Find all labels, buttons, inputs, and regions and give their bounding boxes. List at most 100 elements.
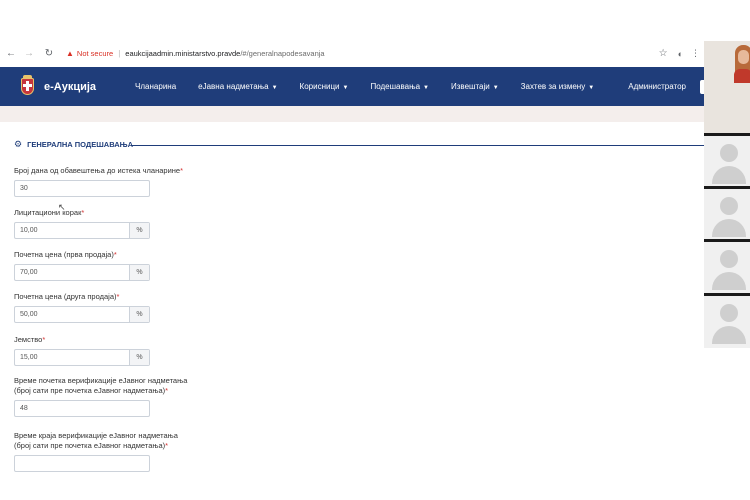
field-label: (број сати пре почетка еЈавног надметања… <box>14 441 178 451</box>
field-input-group <box>14 455 150 472</box>
coat-of-arms-logo[interactable] <box>19 74 36 99</box>
caret-down-icon: ▼ <box>271 85 278 91</box>
form-field: Јемство*% <box>14 335 150 366</box>
field-input-group <box>14 180 150 197</box>
mouse-cursor-icon: ↖ <box>58 202 66 212</box>
nav-item-label: Чланарина <box>135 82 177 91</box>
caret-down-icon: ▼ <box>342 85 349 91</box>
menu-icon[interactable]: ⋮ <box>691 48 700 59</box>
url-host: eaukcijaadmin.ministarstvo.pravde <box>125 49 241 58</box>
required-mark: * <box>113 250 117 259</box>
required-mark: * <box>180 166 184 175</box>
participant-shirt <box>734 69 750 83</box>
field-label-text: Почетна цена (прва продаја) <box>14 250 114 259</box>
nav-item-label: Извештаји <box>451 82 490 91</box>
warning-icon: ▲ <box>66 49 74 58</box>
user-menu[interactable]: Администратор <box>628 82 686 91</box>
nav-item[interactable]: Чланарина <box>135 82 176 91</box>
nav-item[interactable]: Корисници ▼ <box>300 82 349 91</box>
caret-down-icon: ▼ <box>423 85 429 91</box>
nav-item[interactable]: Подешавања ▼ <box>370 82 429 91</box>
required-mark: * <box>165 386 169 395</box>
field-input[interactable] <box>15 307 129 322</box>
field-input[interactable] <box>15 265 129 280</box>
field-input-group <box>14 400 150 417</box>
form-field: Број дана од обавештења до истека чланар… <box>14 166 183 197</box>
field-label-text: Лицитациони корак <box>14 208 82 217</box>
percent-addon: % <box>129 223 149 238</box>
required-mark: * <box>116 292 120 301</box>
caret-down-icon: ▼ <box>588 85 595 91</box>
logo-cross-bar <box>23 83 32 87</box>
user-avatar-icon <box>720 250 738 268</box>
form-field: Почетна цена (прва продаја)*% <box>14 250 150 281</box>
nav-item-label: Захтев за измену <box>520 82 586 91</box>
star-icon[interactable]: ☆ <box>659 48 668 59</box>
video-tile[interactable] <box>704 136 750 186</box>
required-mark: * <box>42 335 46 344</box>
nav-item[interactable]: еЈавна надметања ▼ <box>198 82 277 91</box>
field-label-text: Време почетка верификације еЈавног надме… <box>14 376 188 385</box>
brand-title[interactable]: е-Аукција <box>44 81 96 93</box>
section-header: ⚙ ГЕНЕРАЛНА ПОДЕШАВАЊА <box>14 139 133 150</box>
field-label: Јемство* <box>14 335 150 345</box>
field-label-text: Почетна цена (друга продаја) <box>14 292 117 301</box>
field-input-group: % <box>14 222 150 239</box>
video-tile-active[interactable] <box>704 41 750 133</box>
field-input-group: % <box>14 349 150 366</box>
field-label-text: Број дана од обавештења до истека чланар… <box>14 166 181 175</box>
field-label-text: Јемство <box>14 335 43 344</box>
required-mark: * <box>165 441 169 450</box>
user-avatar-body <box>712 272 746 290</box>
omnibox[interactable]: ▲ Not secure | eaukcijaadmin.ministarstv… <box>66 45 659 63</box>
user-avatar-body <box>712 326 746 344</box>
nav-item[interactable]: Извештаји ▼ <box>451 82 499 91</box>
field-input[interactable] <box>15 401 149 416</box>
video-call-panel <box>704 41 750 348</box>
user-avatar-icon <box>720 197 738 215</box>
caret-down-icon: ▼ <box>492 85 499 91</box>
video-tile[interactable] <box>704 296 750 348</box>
app-navbar: е-Аукција Чланарина еЈавна надметања ▼ Кори… <box>0 67 704 106</box>
security-label: Not secure <box>76 49 114 58</box>
extension-circle-icon[interactable]: ◐ <box>678 49 683 59</box>
user-avatar-body <box>712 166 746 184</box>
main-content: ⚙ ГЕНЕРАЛНА ПОДЕШАВАЊА Број дана од обав… <box>0 122 704 500</box>
form-field: Лицитациони корак*% <box>14 208 150 239</box>
video-tile[interactable] <box>704 189 750 239</box>
field-label: Лицитациони корак* <box>14 208 150 218</box>
video-tile[interactable] <box>704 242 750 293</box>
field-label: Почетна цена (прва продаја)* <box>14 250 150 260</box>
arrow-right-icon[interactable]: → <box>22 48 36 59</box>
field-input-group: % <box>14 306 150 323</box>
gear-icon: ⚙ <box>14 139 23 149</box>
nav-item-label: Подешавања <box>370 82 421 91</box>
nav-item-label: еЈавна надметања <box>198 82 269 91</box>
section-title: ГЕНЕРАЛНА ПОДЕШАВАЊА <box>27 140 134 149</box>
user-avatar-body <box>712 219 746 237</box>
form-field: Време почетка верификације еЈавног надме… <box>14 376 187 417</box>
form-field: Време краја верификације еЈавног надмета… <box>14 431 178 472</box>
nav-item[interactable]: Захтев за измену ▼ <box>521 82 594 91</box>
section-divider <box>131 145 704 146</box>
field-label: Време почетка верификације еЈавног надме… <box>14 376 187 386</box>
field-input[interactable] <box>15 350 129 365</box>
field-label-text: Време краја верификације еЈавног надмета… <box>14 431 178 440</box>
field-label: Време краја верификације еЈавног надмета… <box>14 431 178 441</box>
field-input[interactable] <box>15 456 149 471</box>
field-input[interactable] <box>15 223 129 238</box>
user-avatar-icon <box>720 144 738 162</box>
percent-addon: % <box>129 307 149 322</box>
field-input[interactable] <box>15 181 149 196</box>
field-label: (број сати пре почетка еЈавног надметања… <box>14 386 187 396</box>
field-label-text: (број сати пре почетка еЈавног надметања… <box>14 441 166 450</box>
field-label: Почетна цена (друга продаја)* <box>14 292 150 302</box>
required-mark: * <box>81 208 85 217</box>
omnibox-separator: | <box>118 49 121 58</box>
nav-item-label: Корисници <box>299 82 340 91</box>
nav-menu: Чланарина еЈавна надметања ▼ Корисници ▼ Поде… <box>135 82 616 91</box>
reload-icon[interactable]: ↻ <box>42 48 56 59</box>
participant-face <box>738 50 749 64</box>
field-label: Број дана од обавештења до истека чланар… <box>14 166 183 176</box>
arrow-left-icon[interactable]: ← <box>4 48 18 59</box>
